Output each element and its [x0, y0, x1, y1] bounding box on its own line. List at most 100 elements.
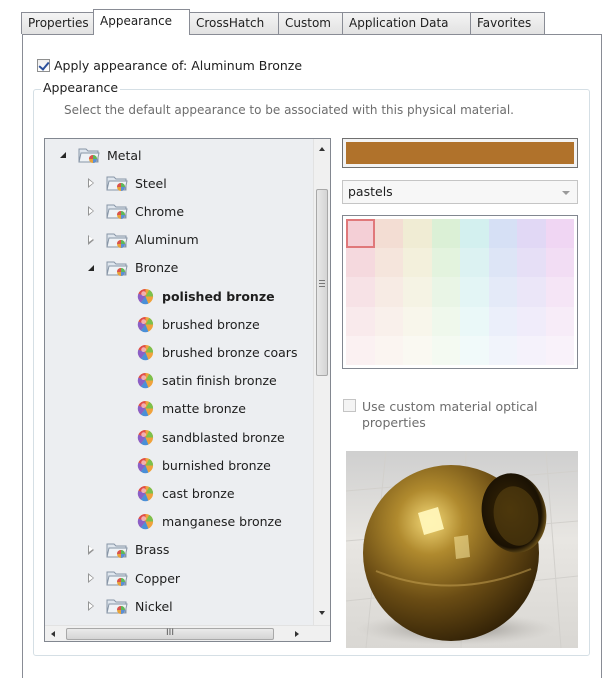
palette-color-cell[interactable] — [431, 335, 460, 365]
tree-node-label: Aluminum — [135, 232, 199, 248]
material-preview — [346, 451, 578, 648]
tree-appearance-node[interactable]: brushed bronze coars — [137, 341, 297, 363]
palette-color-cell[interactable] — [346, 306, 375, 336]
custom-optical-row[interactable]: Use custom material optical properties — [343, 399, 562, 431]
palette-color-cell[interactable] — [403, 306, 432, 336]
palette-color-cell[interactable] — [545, 306, 574, 336]
tree-node-label: sandblasted bronze — [162, 429, 285, 445]
scroll-right-arrow-icon[interactable] — [295, 631, 299, 637]
palette-color-cell[interactable] — [460, 219, 489, 249]
palette-color-cell[interactable] — [346, 219, 375, 249]
palette-color-cell[interactable] — [374, 306, 403, 336]
palette-color-cell[interactable] — [460, 306, 489, 336]
expand-triangle-icon[interactable] — [87, 601, 97, 612]
tree-folder-node[interactable]: Bronze — [87, 257, 178, 279]
tree-folder-node[interactable]: Steel — [87, 172, 167, 194]
palette-color-cell[interactable] — [488, 277, 517, 307]
tree-vertical-scrollbar[interactable] — [313, 139, 330, 625]
palette-color-cell[interactable] — [460, 277, 489, 307]
tree-folder-node[interactable]: Nickel — [87, 595, 173, 617]
collapse-triangle-icon[interactable] — [59, 150, 69, 160]
palette-color-cell[interactable] — [403, 335, 432, 365]
expand-triangle-icon[interactable] — [87, 544, 97, 555]
tab-appearance[interactable]: Appearance — [93, 9, 190, 35]
palette-select[interactable]: pastels — [342, 180, 578, 204]
tree-node-label: Nickel — [135, 598, 173, 614]
expand-triangle-icon[interactable] — [87, 234, 97, 245]
color-palette-grid — [346, 219, 574, 365]
palette-color-cell[interactable] — [431, 306, 460, 336]
palette-color-cell[interactable] — [488, 248, 517, 278]
palette-color-cell[interactable] — [346, 248, 375, 278]
tab-crosshatch[interactable]: CrossHatch — [189, 12, 279, 34]
palette-color-cell[interactable] — [374, 219, 403, 249]
tree-folder-node[interactable]: Chrome — [87, 200, 184, 222]
palette-color-cell[interactable] — [517, 335, 546, 365]
tree-appearance-node[interactable]: matte bronze — [137, 398, 246, 420]
palette-color-cell[interactable] — [517, 306, 546, 336]
apply-appearance-row[interactable]: Apply appearance of: Aluminum Bronze — [37, 57, 302, 73]
palette-color-cell[interactable] — [488, 219, 517, 249]
expand-triangle-icon[interactable] — [87, 178, 97, 189]
tab-custom[interactable]: Custom — [278, 12, 343, 34]
palette-color-cell[interactable] — [460, 248, 489, 278]
grip-icon — [319, 280, 325, 287]
palette-color-cell[interactable] — [545, 277, 574, 307]
palette-color-cell[interactable] — [374, 248, 403, 278]
tree-appearance-node[interactable]: sandblasted bronze — [137, 426, 285, 448]
tree-appearance-node[interactable]: manganese bronze — [137, 511, 282, 533]
palette-color-cell[interactable] — [460, 335, 489, 365]
tree-appearance-node[interactable]: burnished bronze — [137, 454, 271, 476]
tree-folder-node[interactable]: Aluminum — [87, 229, 199, 251]
palette-color-cell[interactable] — [431, 219, 460, 249]
tree-appearance-node[interactable]: satin finish bronze — [137, 370, 277, 392]
tree-appearance-node[interactable]: brushed bronze — [137, 313, 260, 335]
tab-properties[interactable]: Properties — [21, 12, 94, 34]
tree-folder-node[interactable]: Metal — [59, 144, 142, 166]
tab-application-data[interactable]: Application Data — [342, 12, 471, 34]
appearance-tree[interactable]: Metal Steel Chrome Aluminum Bronze polished b… — [44, 138, 331, 642]
palette-color-cell[interactable] — [374, 277, 403, 307]
palette-color-cell[interactable] — [517, 219, 546, 249]
palette-color-cell[interactable] — [545, 219, 574, 249]
palette-color-cell[interactable] — [545, 335, 574, 365]
palette-color-cell[interactable] — [374, 335, 403, 365]
palette-color-cell[interactable] — [517, 277, 546, 307]
tree-horizontal-scrollbar[interactable]: III — [45, 625, 330, 641]
palette-color-cell[interactable] — [545, 248, 574, 278]
color-palette — [342, 215, 578, 369]
expand-triangle-icon[interactable] — [87, 206, 97, 217]
custom-optical-checkbox[interactable] — [343, 399, 356, 412]
palette-color-cell[interactable] — [403, 219, 432, 249]
palette-select-value: pastels — [348, 184, 393, 199]
palette-color-cell[interactable] — [431, 248, 460, 278]
tree-node-label: manganese bronze — [162, 514, 282, 530]
scroll-left-arrow-icon[interactable] — [51, 631, 55, 637]
palette-color-cell[interactable] — [488, 306, 517, 336]
tree-folder-node[interactable]: Brass — [87, 539, 169, 561]
palette-color-cell[interactable] — [403, 277, 432, 307]
collapse-triangle-icon[interactable] — [87, 263, 97, 273]
tree-vertical-scroll-thumb[interactable] — [316, 189, 328, 376]
material-folder-icon — [105, 201, 129, 221]
tree-folder-node[interactable]: Copper — [87, 567, 180, 589]
palette-color-cell[interactable] — [346, 277, 375, 307]
tab-favorites[interactable]: Favorites — [470, 12, 545, 34]
material-folder-icon — [105, 540, 129, 560]
scroll-down-arrow-icon[interactable] — [319, 611, 325, 615]
palette-color-cell[interactable] — [431, 277, 460, 307]
expand-triangle-icon[interactable] — [87, 573, 97, 583]
material-folder-icon — [105, 258, 129, 278]
tree-appearance-node[interactable]: polished bronze — [137, 285, 275, 307]
palette-color-cell[interactable] — [517, 248, 546, 278]
tree-horizontal-scroll-thumb[interactable]: III — [66, 628, 274, 640]
tree-appearance-node[interactable]: cast bronze — [137, 482, 235, 504]
material-folder-icon — [105, 173, 129, 193]
custom-optical-label: Use custom material optical properties — [362, 399, 538, 430]
apply-appearance-checkbox[interactable] — [37, 58, 50, 72]
palette-color-cell[interactable] — [346, 335, 375, 365]
color-swatch[interactable] — [342, 138, 578, 168]
palette-color-cell[interactable] — [488, 335, 517, 365]
palette-color-cell[interactable] — [403, 248, 432, 278]
scroll-up-arrow-icon[interactable] — [319, 147, 325, 151]
